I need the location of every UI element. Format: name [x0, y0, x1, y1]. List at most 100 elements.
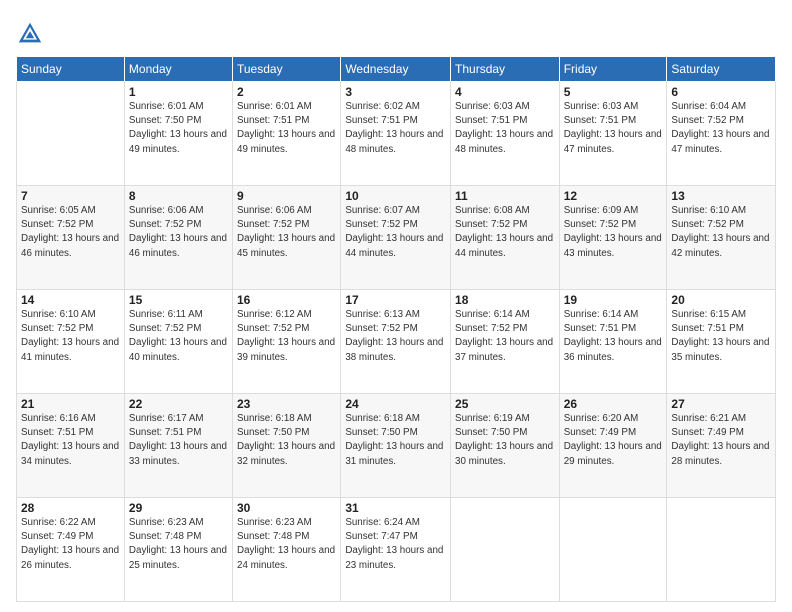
day-info: Sunrise: 6:11 AMSunset: 7:52 PMDaylight:… [129, 308, 228, 365]
day-info: Sunrise: 6:14 AMSunset: 7:51 PMDaylight:… [564, 308, 663, 365]
day-number: 11 [455, 189, 555, 203]
calendar-cell: 12Sunrise: 6:09 AMSunset: 7:52 PMDayligh… [559, 186, 667, 290]
day-info: Sunrise: 6:05 AMSunset: 7:52 PMDaylight:… [21, 204, 120, 261]
weekday-header: Friday [559, 57, 667, 82]
day-info: Sunrise: 6:01 AMSunset: 7:50 PMDaylight:… [129, 100, 228, 157]
day-info: Sunrise: 6:03 AMSunset: 7:51 PMDaylight:… [564, 100, 663, 157]
day-number: 31 [345, 501, 446, 515]
day-info: Sunrise: 6:12 AMSunset: 7:52 PMDaylight:… [237, 308, 336, 365]
day-number: 1 [129, 85, 228, 99]
day-info: Sunrise: 6:06 AMSunset: 7:52 PMDaylight:… [129, 204, 228, 261]
calendar-cell: 15Sunrise: 6:11 AMSunset: 7:52 PMDayligh… [124, 290, 232, 394]
calendar-week-row: 14Sunrise: 6:10 AMSunset: 7:52 PMDayligh… [17, 290, 776, 394]
day-info: Sunrise: 6:01 AMSunset: 7:51 PMDaylight:… [237, 100, 336, 157]
day-info: Sunrise: 6:23 AMSunset: 7:48 PMDaylight:… [237, 516, 336, 573]
day-info: Sunrise: 6:22 AMSunset: 7:49 PMDaylight:… [21, 516, 120, 573]
day-info: Sunrise: 6:20 AMSunset: 7:49 PMDaylight:… [564, 412, 663, 469]
calendar-cell: 31Sunrise: 6:24 AMSunset: 7:47 PMDayligh… [341, 498, 451, 602]
day-number: 18 [455, 293, 555, 307]
day-number: 6 [671, 85, 771, 99]
calendar-cell: 17Sunrise: 6:13 AMSunset: 7:52 PMDayligh… [341, 290, 451, 394]
day-number: 16 [237, 293, 336, 307]
calendar-cell: 25Sunrise: 6:19 AMSunset: 7:50 PMDayligh… [451, 394, 560, 498]
logo [16, 20, 48, 48]
day-number: 30 [237, 501, 336, 515]
day-info: Sunrise: 6:04 AMSunset: 7:52 PMDaylight:… [671, 100, 771, 157]
calendar-cell: 5Sunrise: 6:03 AMSunset: 7:51 PMDaylight… [559, 82, 667, 186]
weekday-header: Monday [124, 57, 232, 82]
day-number: 29 [129, 501, 228, 515]
calendar-cell: 13Sunrise: 6:10 AMSunset: 7:52 PMDayligh… [667, 186, 776, 290]
calendar-cell: 26Sunrise: 6:20 AMSunset: 7:49 PMDayligh… [559, 394, 667, 498]
day-number: 9 [237, 189, 336, 203]
day-number: 22 [129, 397, 228, 411]
day-info: Sunrise: 6:03 AMSunset: 7:51 PMDaylight:… [455, 100, 555, 157]
day-info: Sunrise: 6:15 AMSunset: 7:51 PMDaylight:… [671, 308, 771, 365]
day-info: Sunrise: 6:08 AMSunset: 7:52 PMDaylight:… [455, 204, 555, 261]
day-number: 13 [671, 189, 771, 203]
day-number: 15 [129, 293, 228, 307]
day-number: 2 [237, 85, 336, 99]
day-info: Sunrise: 6:07 AMSunset: 7:52 PMDaylight:… [345, 204, 446, 261]
day-number: 10 [345, 189, 446, 203]
day-number: 12 [564, 189, 663, 203]
calendar-cell: 30Sunrise: 6:23 AMSunset: 7:48 PMDayligh… [233, 498, 341, 602]
calendar-cell: 22Sunrise: 6:17 AMSunset: 7:51 PMDayligh… [124, 394, 232, 498]
day-number: 20 [671, 293, 771, 307]
day-number: 21 [21, 397, 120, 411]
calendar-cell: 3Sunrise: 6:02 AMSunset: 7:51 PMDaylight… [341, 82, 451, 186]
day-info: Sunrise: 6:14 AMSunset: 7:52 PMDaylight:… [455, 308, 555, 365]
day-info: Sunrise: 6:10 AMSunset: 7:52 PMDaylight:… [671, 204, 771, 261]
calendar-cell: 14Sunrise: 6:10 AMSunset: 7:52 PMDayligh… [17, 290, 125, 394]
calendar-cell [559, 498, 667, 602]
calendar-week-row: 28Sunrise: 6:22 AMSunset: 7:49 PMDayligh… [17, 498, 776, 602]
calendar-cell: 10Sunrise: 6:07 AMSunset: 7:52 PMDayligh… [341, 186, 451, 290]
day-info: Sunrise: 6:06 AMSunset: 7:52 PMDaylight:… [237, 204, 336, 261]
calendar-table: SundayMondayTuesdayWednesdayThursdayFrid… [16, 56, 776, 602]
day-number: 27 [671, 397, 771, 411]
day-number: 14 [21, 293, 120, 307]
day-number: 28 [21, 501, 120, 515]
day-info: Sunrise: 6:19 AMSunset: 7:50 PMDaylight:… [455, 412, 555, 469]
day-number: 3 [345, 85, 446, 99]
calendar-week-row: 1Sunrise: 6:01 AMSunset: 7:50 PMDaylight… [17, 82, 776, 186]
calendar-cell [451, 498, 560, 602]
calendar-cell: 4Sunrise: 6:03 AMSunset: 7:51 PMDaylight… [451, 82, 560, 186]
weekday-header-row: SundayMondayTuesdayWednesdayThursdayFrid… [17, 57, 776, 82]
calendar-cell: 6Sunrise: 6:04 AMSunset: 7:52 PMDaylight… [667, 82, 776, 186]
calendar-cell [667, 498, 776, 602]
weekday-header: Thursday [451, 57, 560, 82]
page: SundayMondayTuesdayWednesdayThursdayFrid… [0, 0, 792, 612]
day-info: Sunrise: 6:18 AMSunset: 7:50 PMDaylight:… [237, 412, 336, 469]
weekday-header: Saturday [667, 57, 776, 82]
calendar-week-row: 21Sunrise: 6:16 AMSunset: 7:51 PMDayligh… [17, 394, 776, 498]
day-info: Sunrise: 6:10 AMSunset: 7:52 PMDaylight:… [21, 308, 120, 365]
calendar-cell: 8Sunrise: 6:06 AMSunset: 7:52 PMDaylight… [124, 186, 232, 290]
day-info: Sunrise: 6:23 AMSunset: 7:48 PMDaylight:… [129, 516, 228, 573]
calendar-cell: 28Sunrise: 6:22 AMSunset: 7:49 PMDayligh… [17, 498, 125, 602]
day-number: 17 [345, 293, 446, 307]
day-info: Sunrise: 6:16 AMSunset: 7:51 PMDaylight:… [21, 412, 120, 469]
calendar-cell: 7Sunrise: 6:05 AMSunset: 7:52 PMDaylight… [17, 186, 125, 290]
calendar-cell: 2Sunrise: 6:01 AMSunset: 7:51 PMDaylight… [233, 82, 341, 186]
header [16, 16, 776, 48]
day-number: 26 [564, 397, 663, 411]
calendar-cell: 29Sunrise: 6:23 AMSunset: 7:48 PMDayligh… [124, 498, 232, 602]
calendar-cell: 27Sunrise: 6:21 AMSunset: 7:49 PMDayligh… [667, 394, 776, 498]
calendar-cell: 9Sunrise: 6:06 AMSunset: 7:52 PMDaylight… [233, 186, 341, 290]
calendar-cell: 18Sunrise: 6:14 AMSunset: 7:52 PMDayligh… [451, 290, 560, 394]
day-number: 24 [345, 397, 446, 411]
weekday-header: Wednesday [341, 57, 451, 82]
day-number: 19 [564, 293, 663, 307]
day-number: 25 [455, 397, 555, 411]
calendar-cell: 1Sunrise: 6:01 AMSunset: 7:50 PMDaylight… [124, 82, 232, 186]
calendar-week-row: 7Sunrise: 6:05 AMSunset: 7:52 PMDaylight… [17, 186, 776, 290]
day-number: 8 [129, 189, 228, 203]
calendar-cell: 20Sunrise: 6:15 AMSunset: 7:51 PMDayligh… [667, 290, 776, 394]
calendar-cell: 19Sunrise: 6:14 AMSunset: 7:51 PMDayligh… [559, 290, 667, 394]
day-info: Sunrise: 6:02 AMSunset: 7:51 PMDaylight:… [345, 100, 446, 157]
calendar-cell: 24Sunrise: 6:18 AMSunset: 7:50 PMDayligh… [341, 394, 451, 498]
weekday-header: Sunday [17, 57, 125, 82]
logo-icon [16, 20, 44, 48]
day-number: 5 [564, 85, 663, 99]
